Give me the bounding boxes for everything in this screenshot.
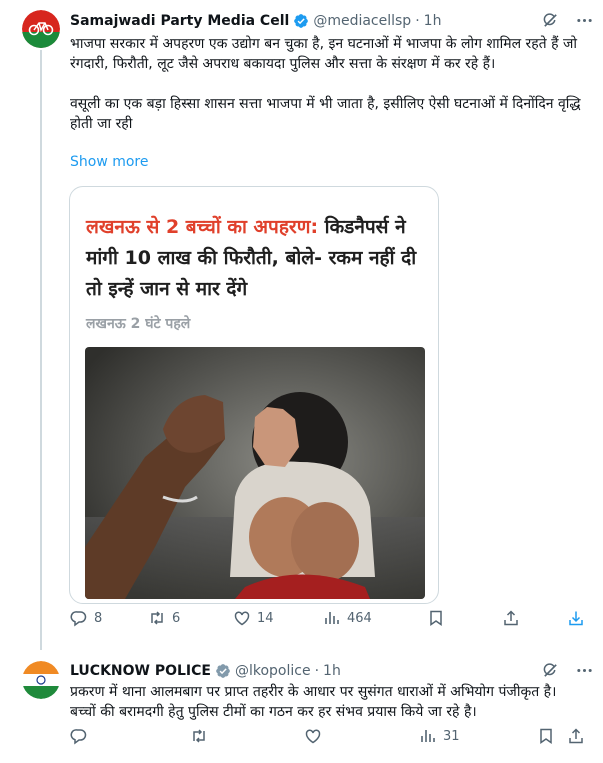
retweet-button[interactable]: 6 bbox=[148, 609, 180, 627]
like-button[interactable]: 14 bbox=[233, 609, 274, 627]
kidnapping-photo bbox=[85, 347, 425, 599]
share-icon bbox=[569, 728, 583, 744]
more-icon[interactable] bbox=[575, 11, 593, 29]
more-icon[interactable] bbox=[575, 661, 593, 679]
author-name[interactable]: LUCKNOW POLICE bbox=[70, 663, 211, 679]
verified-badge-icon bbox=[293, 13, 309, 29]
view-count: 31 bbox=[443, 728, 460, 744]
like-button[interactable] bbox=[304, 727, 322, 745]
article-image-card[interactable]: लखनऊ से 2 बच्चों का अपहरण: किडनैपर्स ने … bbox=[69, 186, 439, 604]
grok-icon[interactable] bbox=[541, 11, 559, 29]
card-headline: लखनऊ से 2 बच्चों का अपहरण: किडनैपर्स ने … bbox=[86, 212, 424, 305]
download-icon bbox=[569, 611, 583, 626]
avatar-lucknow-police[interactable] bbox=[22, 661, 60, 699]
reply-button[interactable]: 8 bbox=[70, 609, 102, 627]
tweet-samajwadi[interactable]: Samajwadi Party Media Cell @mediacellsp … bbox=[0, 0, 603, 650]
retweet-count: 6 bbox=[172, 610, 181, 626]
grok-icon[interactable] bbox=[541, 661, 559, 679]
download-button[interactable] bbox=[567, 609, 585, 627]
timestamp[interactable]: 1h bbox=[323, 663, 341, 679]
reply-icon bbox=[70, 729, 87, 745]
bookmark-button[interactable] bbox=[427, 609, 445, 627]
retweet-button[interactable] bbox=[190, 727, 208, 745]
retweet-icon bbox=[193, 729, 205, 743]
tweet-text: भाजपा सरकार में अपहरण एक उद्योग बन चुका … bbox=[70, 36, 581, 132]
bookmark-button[interactable] bbox=[537, 727, 555, 745]
bookmark-icon bbox=[430, 610, 442, 626]
tweet-lucknow-police[interactable]: LUCKNOW POLICE @lkopolice · 1h प्रकरण मे… bbox=[0, 650, 603, 763]
card-headline-highlight: लखनऊ से 2 बच्चों का अपहरण: bbox=[86, 216, 319, 238]
show-more-link[interactable]: Show more bbox=[70, 154, 149, 170]
views-icon bbox=[421, 730, 435, 742]
share-button[interactable] bbox=[502, 609, 520, 627]
tweet-header: Samajwadi Party Media Cell @mediacellsp … bbox=[70, 11, 593, 31]
share-icon bbox=[504, 610, 518, 626]
tweet-header-actions bbox=[541, 661, 593, 679]
verified-badge-icon bbox=[215, 663, 231, 679]
like-count: 14 bbox=[257, 610, 274, 626]
author-name[interactable]: Samajwadi Party Media Cell bbox=[70, 13, 289, 29]
bookmark-icon bbox=[540, 728, 552, 744]
thread-connector-line bbox=[40, 50, 42, 650]
reply-button[interactable] bbox=[70, 727, 88, 745]
views-button[interactable]: 31 bbox=[419, 727, 460, 745]
views-icon bbox=[325, 612, 339, 624]
separator-dot: · bbox=[314, 663, 320, 679]
like-icon bbox=[234, 611, 250, 626]
views-button[interactable]: 464 bbox=[323, 609, 372, 627]
share-button[interactable] bbox=[567, 727, 585, 745]
reply-count: 8 bbox=[94, 610, 103, 626]
card-byline: लखनऊ 2 घंटे पहले bbox=[86, 316, 191, 332]
author-handle[interactable]: @lkopolice bbox=[235, 663, 311, 679]
separator-dot: · bbox=[415, 13, 420, 29]
retweet-icon bbox=[151, 611, 163, 625]
tweet-header-actions bbox=[541, 11, 593, 29]
like-icon bbox=[305, 729, 321, 744]
author-handle[interactable]: @mediacellsp bbox=[313, 13, 411, 29]
timestamp[interactable]: 1h bbox=[424, 13, 442, 29]
view-count: 464 bbox=[347, 610, 372, 626]
tweet-text: प्रकरण में थाना आलमबाग पर प्राप्त तहरीर … bbox=[70, 684, 557, 720]
reply-icon bbox=[70, 611, 87, 627]
tweet-header: LUCKNOW POLICE @lkopolice · 1h bbox=[70, 661, 593, 681]
avatar-samajwadi[interactable] bbox=[22, 10, 60, 48]
